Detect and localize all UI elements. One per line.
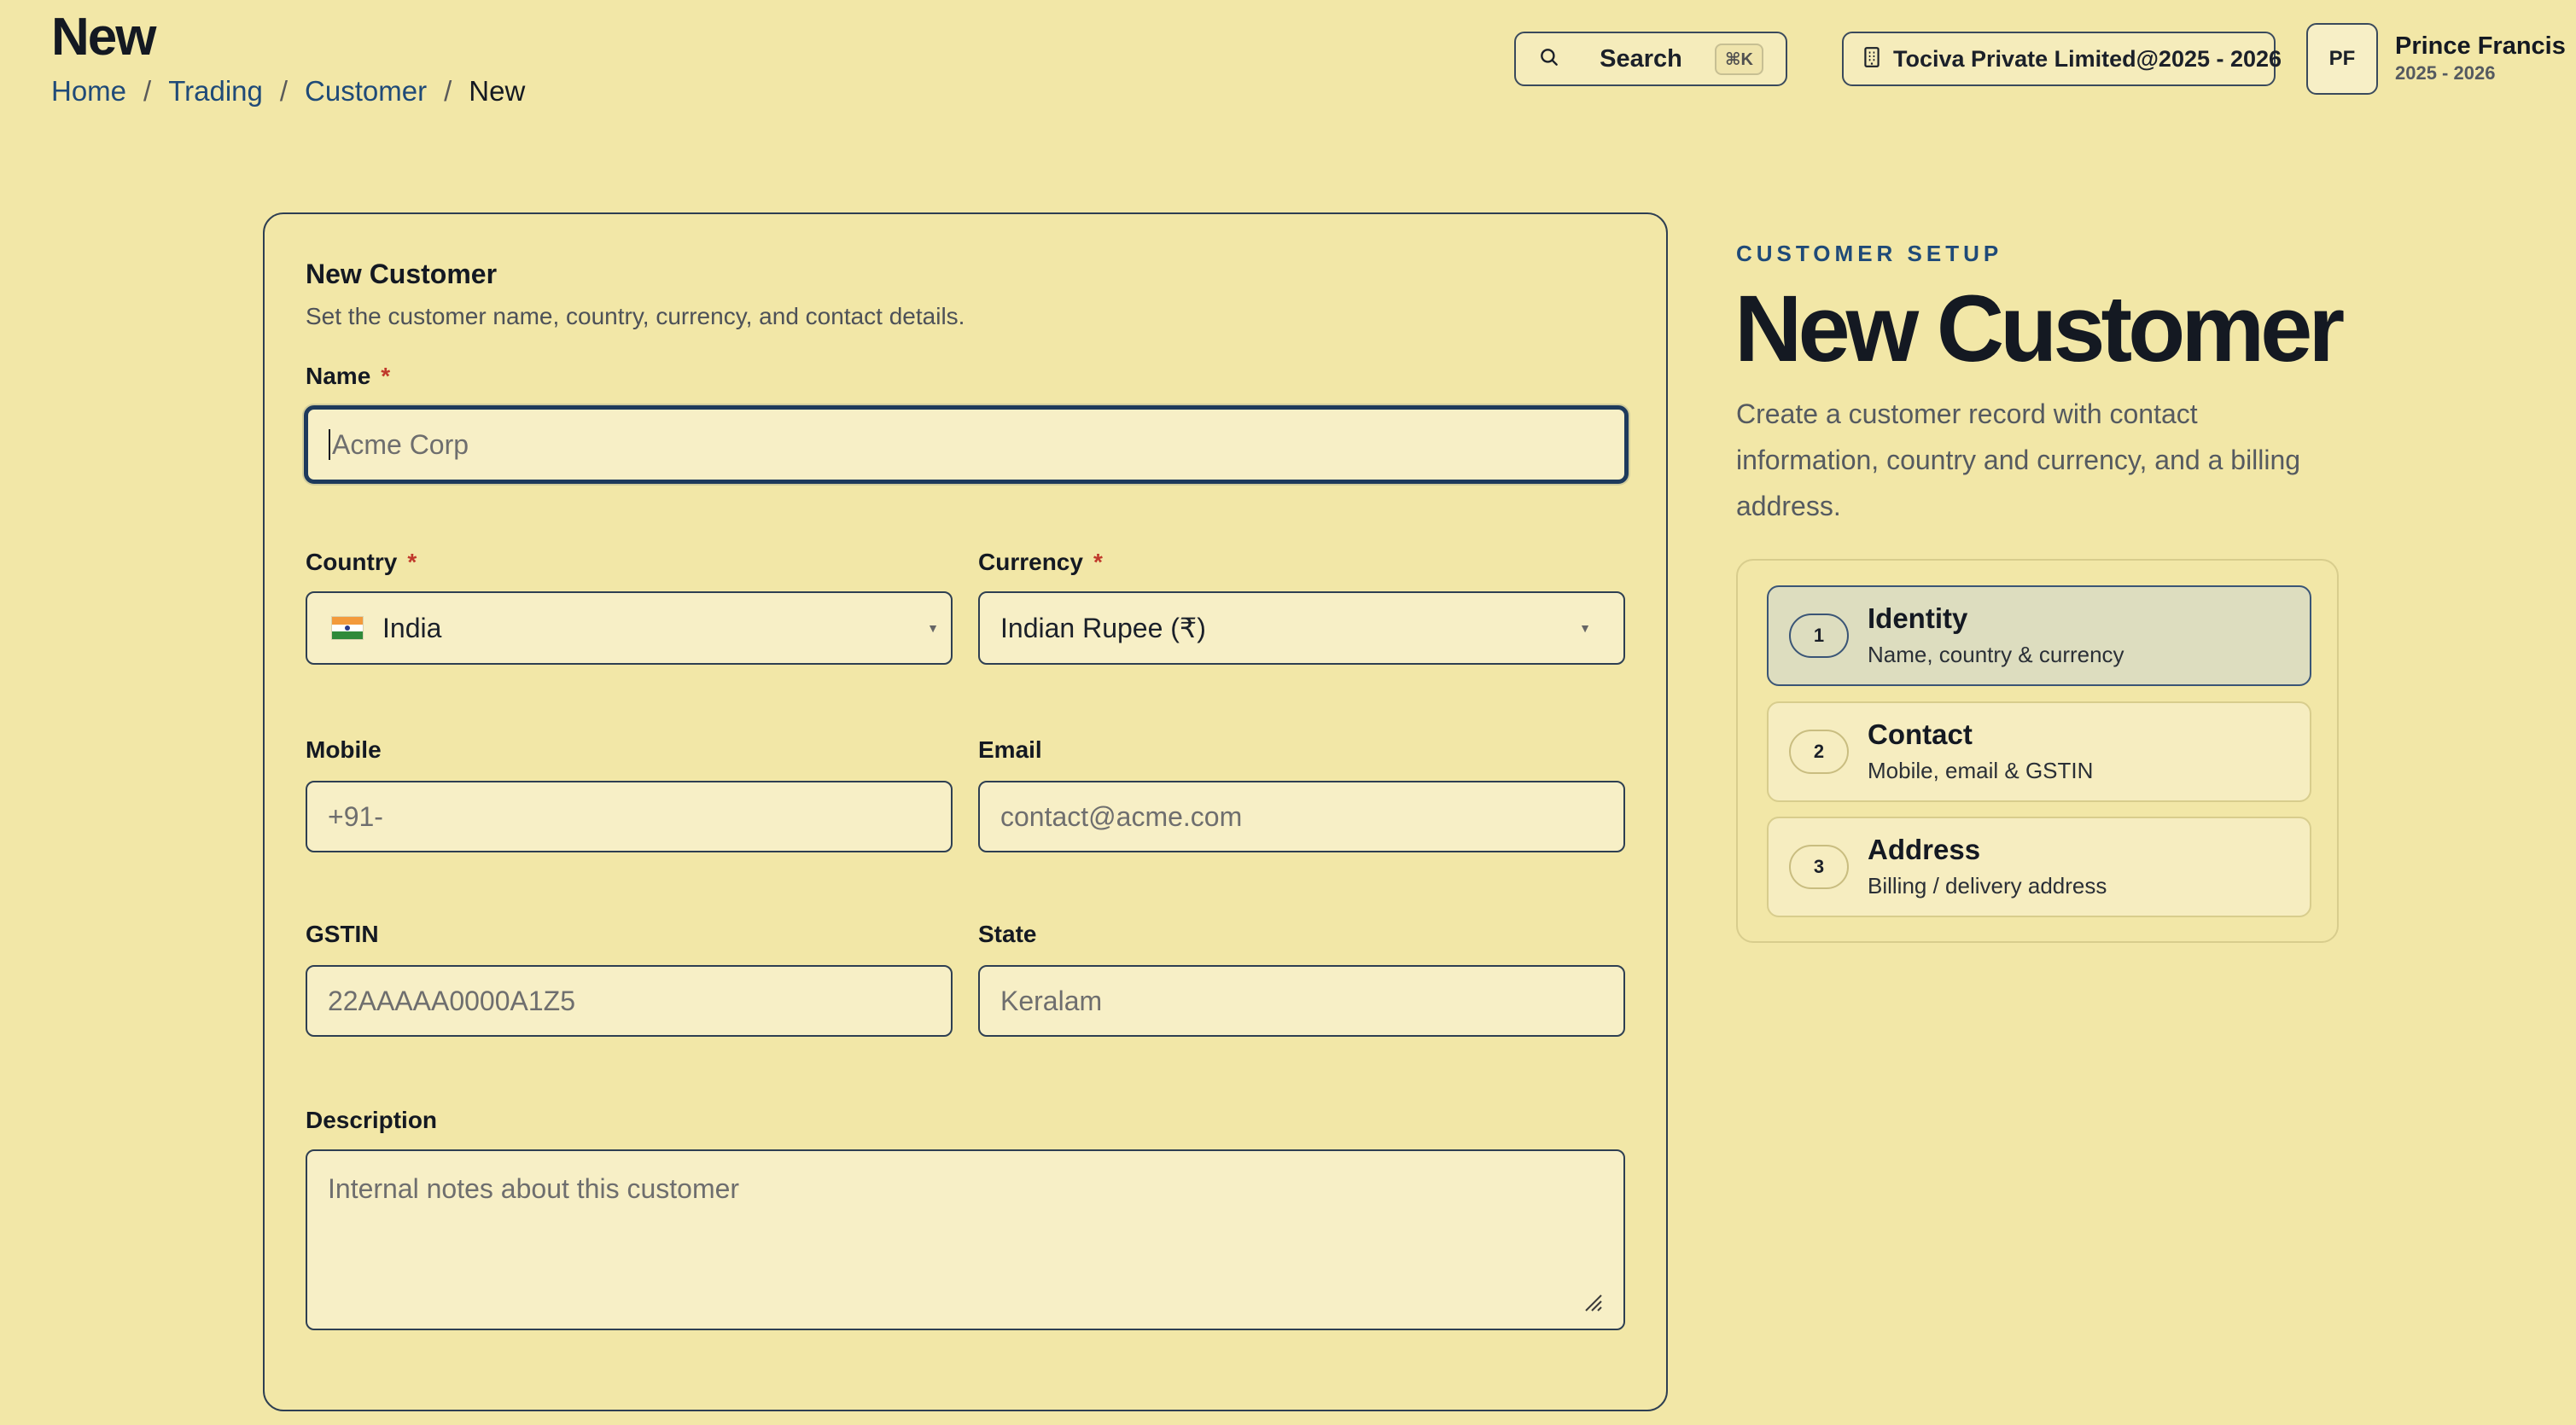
mobile-input[interactable]: +91- — [306, 781, 953, 852]
chevron-down-icon: ▼ — [927, 621, 939, 635]
step-identity[interactable]: 1 Identity Name, country & currency — [1767, 585, 2311, 686]
name-label: Name * — [306, 363, 390, 390]
breadcrumb-separator: / — [143, 75, 152, 107]
step-title: Contact — [1868, 718, 1973, 750]
name-label-text: Name — [306, 363, 371, 389]
currency-label: Currency * — [978, 549, 1103, 576]
user-period: 2025 - 2026 — [2395, 62, 2496, 84]
currency-select[interactable]: Indian Rupee (₹) ▼ — [978, 591, 1625, 665]
country-value: India — [382, 612, 442, 643]
gstin-label: GSTIN — [306, 921, 379, 947]
form-subtitle: Set the customer name, country, currency… — [306, 303, 965, 329]
resize-handle-icon[interactable] — [1582, 1288, 1603, 1312]
step-number: 3 — [1789, 845, 1849, 889]
breadcrumb-home[interactable]: Home — [51, 75, 126, 108]
required-mark: * — [381, 363, 391, 389]
hero-title: New Customer — [1734, 276, 2345, 381]
breadcrumb-separator: / — [444, 75, 452, 107]
required-mark: * — [407, 549, 417, 575]
section-eyebrow: CUSTOMER SETUP — [1736, 241, 2003, 266]
company-selector[interactable]: Tociva Private Limited@2025 - 2026 — [1842, 32, 2282, 86]
chevron-down-icon: ▼ — [1579, 621, 1591, 635]
search-icon — [1538, 46, 1560, 73]
search-label: Search — [1600, 44, 1682, 73]
gstin-input[interactable]: 22AAAAA0000A1Z5 — [306, 965, 953, 1037]
step-contact[interactable]: 2 Contact Mobile, email & GSTIN — [1767, 701, 2311, 802]
building-icon — [1862, 46, 1881, 73]
form-title: New Customer — [306, 259, 498, 289]
breadcrumb-customer[interactable]: Customer — [305, 75, 427, 108]
state-input[interactable]: Keralam — [978, 965, 1625, 1037]
name-placeholder: Acme Corp — [332, 428, 469, 460]
email-input[interactable]: contact@acme.com — [978, 781, 1625, 852]
step-subtitle: Billing / delivery address — [1868, 873, 2107, 899]
description-label: Description — [306, 1107, 438, 1133]
name-input[interactable]: Acme Corp — [304, 405, 1629, 484]
state-label: State — [978, 921, 1037, 947]
search-button[interactable]: Search ⌘K — [1514, 32, 1787, 86]
email-label: Email — [978, 736, 1042, 763]
user-name: Prince Francis — [2395, 32, 2566, 60]
step-title: Address — [1868, 834, 1981, 865]
india-flag-icon — [331, 616, 364, 640]
steps-panel: 1 Identity Name, country & currency 2 Co… — [1736, 559, 2339, 943]
breadcrumb-trading[interactable]: Trading — [168, 75, 263, 108]
gstin-placeholder: 22AAAAA0000A1Z5 — [328, 985, 575, 1016]
country-label-text: Country — [306, 549, 398, 575]
description-placeholder: Internal notes about this customer — [328, 1173, 740, 1204]
country-label: Country * — [306, 549, 417, 576]
step-subtitle: Mobile, email & GSTIN — [1868, 758, 2094, 783]
hero-description: Create a customer record with contact in… — [1736, 398, 2301, 521]
breadcrumb: Home / Trading / Customer / New — [51, 75, 525, 108]
state-placeholder: Keralam — [1000, 985, 1103, 1016]
mobile-label: Mobile — [306, 736, 382, 763]
country-select[interactable]: India ▼ — [306, 591, 953, 665]
step-address[interactable]: 3 Address Billing / delivery address — [1767, 817, 2311, 917]
page-title: New — [51, 8, 156, 67]
description-textarea[interactable]: Internal notes about this customer — [306, 1149, 1625, 1330]
step-subtitle: Name, country & currency — [1868, 642, 2124, 667]
currency-label-text: Currency — [978, 549, 1083, 575]
company-label: Tociva Private Limited@2025 - 2026 — [1893, 45, 2282, 72]
avatar[interactable]: PF — [2306, 23, 2378, 95]
customer-form-card: New Customer Set the customer name, coun… — [263, 212, 1668, 1411]
breadcrumb-current: New — [469, 75, 526, 107]
mobile-placeholder: +91- — [328, 800, 383, 832]
step-number: 2 — [1789, 730, 1849, 774]
breadcrumb-separator: / — [279, 75, 288, 107]
currency-value: Indian Rupee (₹) — [1000, 613, 1206, 643]
email-placeholder: contact@acme.com — [1000, 800, 1243, 832]
required-mark: * — [1093, 549, 1103, 575]
search-shortcut-badge: ⌘K — [1715, 43, 1763, 75]
step-title: Identity — [1868, 602, 1968, 634]
step-number: 1 — [1789, 614, 1849, 658]
text-caret — [329, 429, 330, 460]
